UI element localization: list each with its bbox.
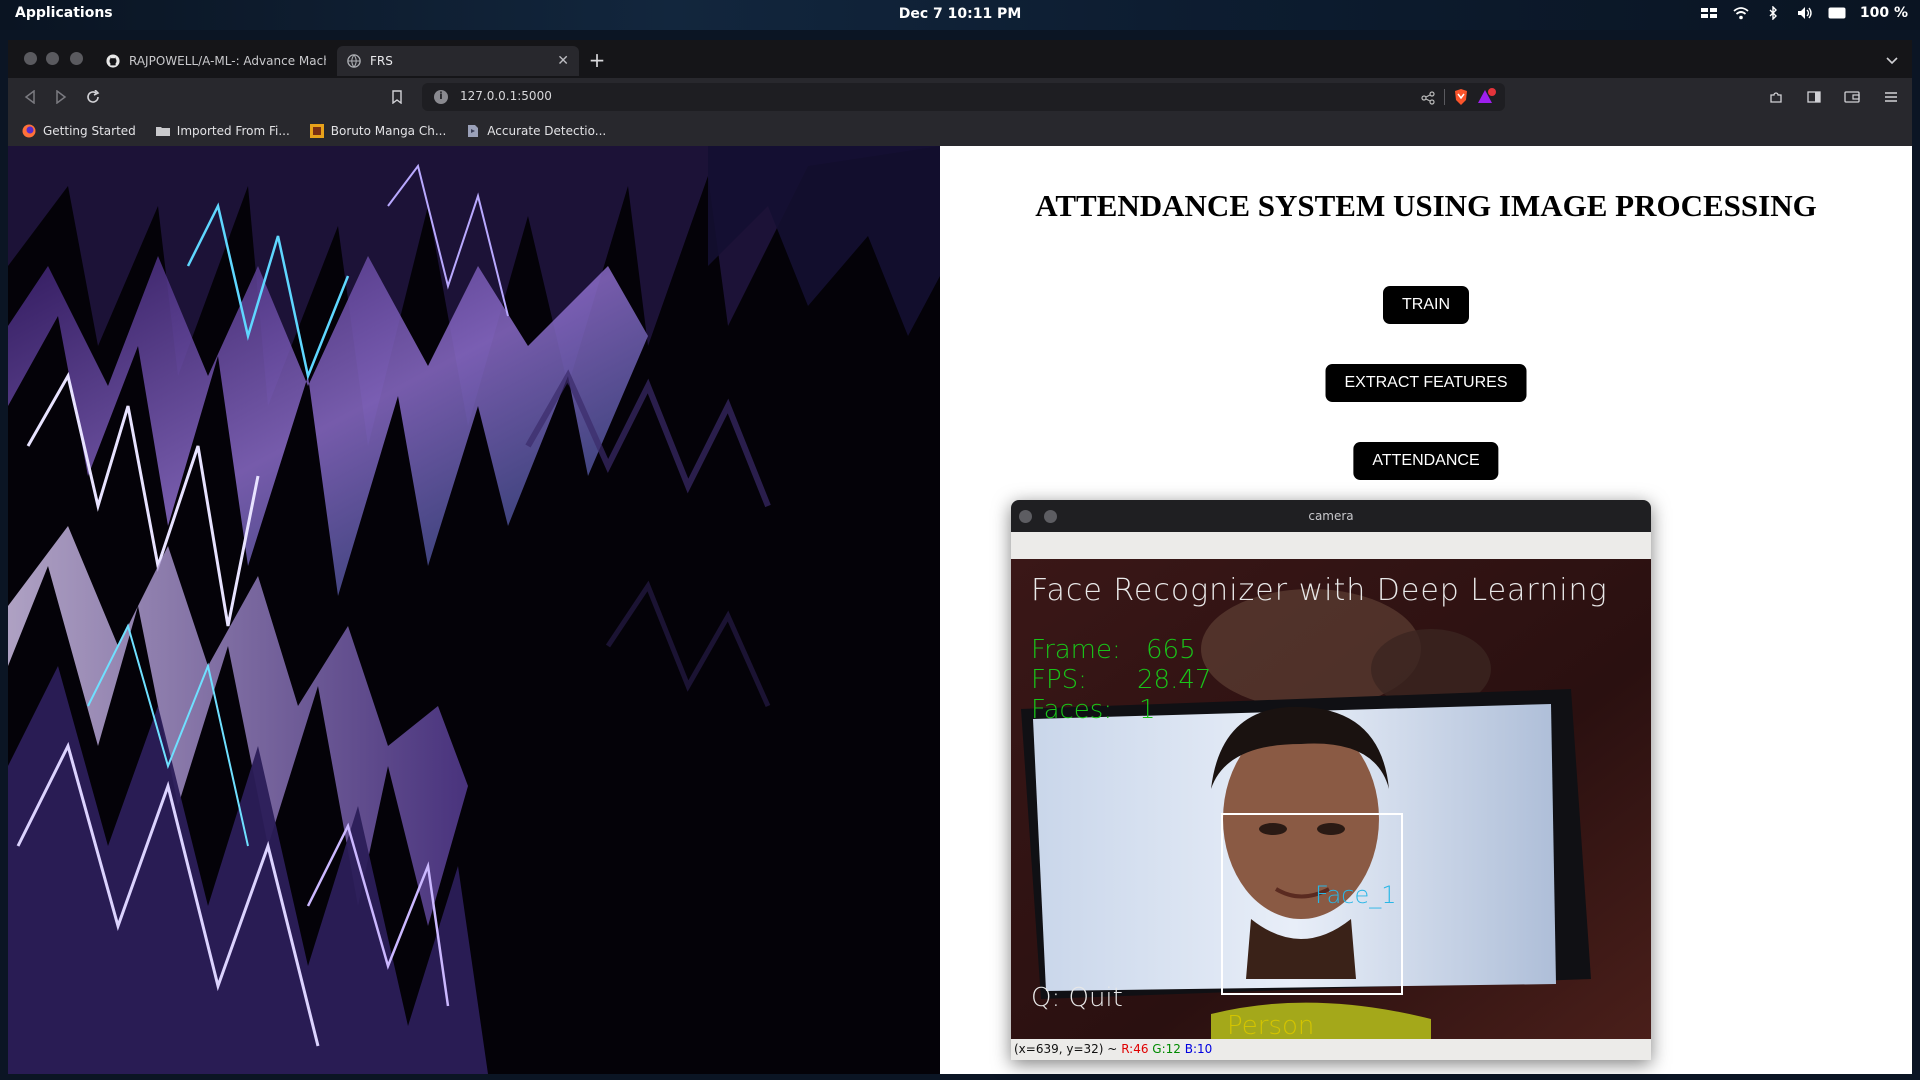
quit-hint: Q: Quit — [1031, 983, 1123, 1013]
wallet-icon[interactable] — [1842, 87, 1862, 107]
tab-list-chevron-icon[interactable] — [1886, 50, 1898, 69]
camera-frame: Face Recognizer with Deep Learning Frame… — [1011, 559, 1651, 1039]
abstract-art-panel — [8, 146, 940, 1074]
frame-label: Frame: — [1031, 635, 1121, 665]
fps-label: FPS: — [1031, 665, 1087, 695]
volume-icon[interactable] — [1796, 5, 1814, 21]
frame-value: 665 — [1146, 635, 1196, 665]
extract-features-button[interactable]: EXTRACT FEATURES — [1325, 364, 1527, 402]
firefox-icon — [22, 124, 36, 138]
clock-container: Dec 7 10:11 PM — [0, 6, 1920, 22]
system-top-bar: Applications Dec 7 10:11 PM 100 % — [0, 0, 1920, 30]
forward-icon[interactable] — [51, 87, 71, 107]
tab-frs[interactable]: FRS ✕ — [337, 46, 579, 76]
wifi-icon[interactable] — [1732, 5, 1750, 21]
person-label: Person — [1227, 1011, 1315, 1039]
bookmark-label: Accurate Detectio... — [487, 124, 607, 138]
window-maximize-button[interactable] — [70, 52, 83, 65]
back-icon[interactable] — [20, 87, 40, 107]
bookmarks-bar: Getting Started Imported From Fi... Boru… — [8, 116, 1912, 146]
faces-value: 1 — [1139, 695, 1156, 725]
window-minimize-button[interactable] — [46, 52, 59, 65]
system-tray: 100 % — [1700, 5, 1908, 21]
new-tab-button[interactable]: + — [585, 48, 609, 72]
camera-toolbar — [1011, 532, 1651, 559]
reload-icon[interactable] — [83, 87, 103, 107]
bookmark-accurate-detection[interactable]: Accurate Detectio... — [466, 124, 606, 138]
bookmark-boruto[interactable]: Boruto Manga Ch... — [309, 124, 447, 138]
fps-value: 28.47 — [1137, 665, 1212, 695]
battery-percent[interactable]: 100 % — [1860, 5, 1908, 21]
applications-menu[interactable]: Applications — [15, 5, 113, 21]
status-red: R:46 — [1121, 1042, 1149, 1056]
workspace-icon[interactable] — [1700, 5, 1718, 21]
extensions-icon[interactable] — [1766, 87, 1786, 107]
github-icon — [106, 54, 120, 68]
tab-github[interactable]: RAJPOWELL/A-ML-: Advance Machi — [96, 46, 336, 76]
share-icon[interactable] — [1421, 90, 1435, 109]
attendance-button[interactable]: ATTENDANCE — [1353, 442, 1499, 480]
camera-status-bar: (x=639, y=32) ~ R:46 G:12 B:10 — [1011, 1039, 1651, 1060]
page-title: ATTENDANCE SYSTEM USING IMAGE PROCESSING — [1035, 188, 1817, 223]
bluetooth-icon[interactable] — [1764, 5, 1782, 21]
camera-window: camera Face Recognizer with Deep Learnin… — [1011, 500, 1651, 1060]
tab-title: FRS — [370, 54, 393, 68]
divider — [1444, 89, 1445, 105]
bookmark-icon[interactable] — [387, 87, 407, 107]
globe-icon — [347, 54, 361, 68]
camera-titlebar[interactable]: camera — [1011, 500, 1651, 532]
faces-label: Faces: — [1031, 695, 1113, 725]
page-icon — [468, 125, 479, 137]
bookmark-label: Getting Started — [43, 124, 136, 138]
hamburger-menu-icon[interactable] — [1881, 87, 1901, 107]
window-close-button[interactable] — [24, 52, 37, 65]
overlay-title: Face Recognizer with Deep Learning — [1031, 573, 1608, 608]
camera-feed-image — [1011, 559, 1651, 1039]
bookmark-label: Imported From Fi... — [176, 124, 290, 138]
navigation-toolbar: i 127.0.0.1:5000 — [8, 78, 1912, 116]
folder-icon — [155, 127, 170, 136]
tab-title: RAJPOWELL/A-ML-: Advance Machi — [129, 54, 326, 68]
brave-rewards-icon[interactable] — [1477, 88, 1497, 110]
status-coords: (x=639, y=32) ~ — [1014, 1042, 1118, 1056]
site-info-icon[interactable]: i — [434, 90, 448, 104]
bookmark-imported-folder[interactable]: Imported From Fi... — [155, 124, 290, 138]
train-button[interactable]: TRAIN — [1383, 286, 1469, 324]
manga-site-icon — [309, 124, 324, 138]
status-blue: B:10 — [1184, 1042, 1213, 1056]
address-bar[interactable]: i 127.0.0.1:5000 — [422, 83, 1505, 111]
url-text[interactable]: 127.0.0.1:5000 — [460, 89, 552, 103]
abstract-swirl-image — [8, 146, 940, 1074]
bookmark-label: Boruto Manga Ch... — [330, 124, 447, 138]
battery-icon[interactable] — [1828, 5, 1846, 21]
camera-window-title: camera — [1308, 509, 1354, 523]
tab-strip: RAJPOWELL/A-ML-: Advance Machi FRS ✕ + — [8, 40, 1912, 78]
bookmark-getting-started[interactable]: Getting Started — [22, 124, 136, 138]
clock[interactable]: Dec 7 10:11 PM — [899, 6, 1022, 22]
status-green: G:12 — [1152, 1042, 1181, 1056]
sidebar-icon[interactable] — [1804, 87, 1824, 107]
close-tab-icon[interactable]: ✕ — [557, 53, 569, 69]
face-tag-label: Face_1 — [1315, 881, 1397, 909]
brave-shields-icon[interactable] — [1453, 88, 1469, 110]
